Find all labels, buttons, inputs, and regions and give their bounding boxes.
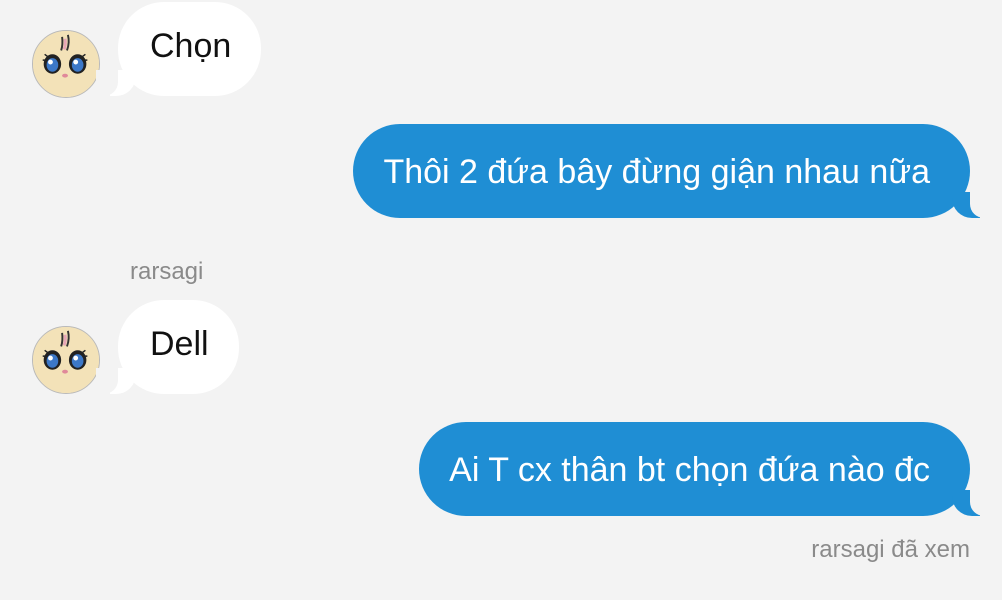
message-text: Thôi 2 đứa bây đừng giận nhau nữa [383, 153, 930, 191]
seen-status: rarsagi đã xem [811, 536, 970, 563]
message-text: Chọn [150, 27, 232, 65]
cartoon-face-icon [33, 31, 99, 97]
avatar[interactable] [32, 326, 100, 394]
cartoon-face-icon [33, 327, 99, 393]
message-text: Dell [150, 325, 209, 363]
message-bubble-outgoing[interactable]: Ai T cx thân bt chọn đứa nào đc [419, 422, 996, 516]
avatar[interactable] [32, 30, 100, 98]
message-bubble-incoming[interactable]: Dell [96, 300, 239, 394]
sender-name: rarsagi [130, 258, 204, 285]
message-bubble-outgoing[interactable]: Thôi 2 đứa bây đừng giận nhau nữa [353, 124, 996, 218]
message-bubble-incoming[interactable]: Chọn [95, 2, 262, 96]
message-text: Ai T cx thân bt chọn đứa nào đc [449, 451, 930, 489]
